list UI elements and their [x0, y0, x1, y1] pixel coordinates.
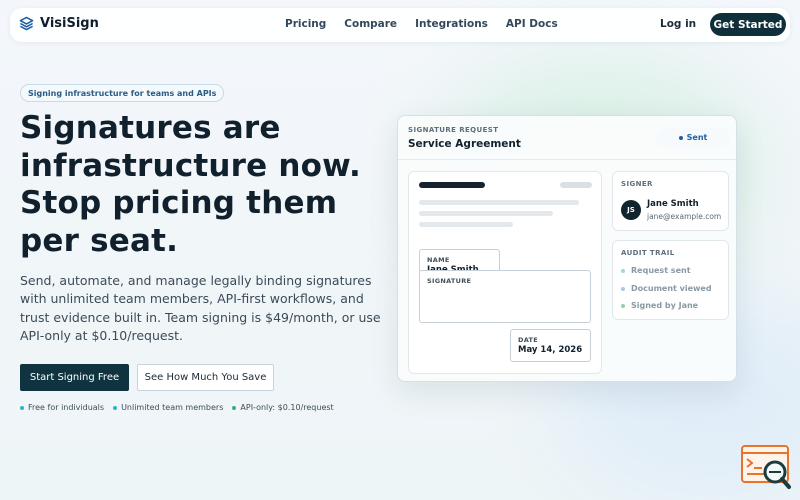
feature-label: Free for individuals	[28, 403, 105, 412]
see-savings-button[interactable]: See How Much You Save	[137, 364, 274, 391]
audit-item: Document viewed	[621, 284, 712, 293]
top-navbar: VisiSign Pricing Compare Integrations AP…	[10, 8, 790, 42]
preview-header: SIGNATURE REQUEST Service Agreement Sent	[398, 116, 736, 160]
feature-item: API-only: $0.10/request	[232, 403, 334, 412]
audit-item-label: Signed by Jane	[631, 301, 699, 310]
signature-field-label: SIGNATURE	[427, 277, 472, 285]
avatar: JS	[621, 200, 641, 220]
feature-item: Unlimited team members	[113, 403, 223, 412]
signature-request-preview: SIGNATURE REQUEST Service Agreement Sent…	[397, 115, 737, 382]
audit-dot-icon	[621, 286, 625, 291]
date-field-value: May 14, 2026	[518, 345, 583, 355]
doc-title-line	[419, 182, 485, 188]
status-badge: Sent	[656, 128, 730, 147]
nav-link-api-docs[interactable]: API Docs	[506, 18, 558, 30]
audit-dot-icon	[621, 268, 625, 273]
bullet-dot-icon	[20, 405, 24, 410]
audit-trail-panel: AUDIT TRAIL Request sent Document viewed…	[612, 240, 729, 320]
hero-headline: Signatures are infrastructure now. Stop …	[20, 110, 361, 259]
document-preview: NAME Jane Smith SIGNATURE DATE May 14, 2…	[408, 171, 602, 374]
signer-email: jane@example.com	[647, 212, 722, 221]
doc-text-line	[419, 211, 553, 216]
signature-field[interactable]: SIGNATURE	[419, 270, 591, 323]
feature-item: Free for individuals	[20, 403, 104, 412]
terminal-search-widget-icon[interactable]	[740, 444, 792, 490]
brand-logo[interactable]: VisiSign	[19, 16, 99, 31]
bullet-dot-icon	[113, 405, 118, 410]
name-field-label: NAME	[427, 256, 450, 264]
signer-label: SIGNER	[621, 180, 653, 188]
get-started-button[interactable]: Get Started	[710, 13, 786, 36]
request-label: SIGNATURE REQUEST	[408, 126, 499, 134]
request-title: Service Agreement	[408, 138, 521, 150]
nav-link-pricing[interactable]: Pricing	[285, 18, 326, 30]
nav-links: Pricing Compare Integrations API Docs	[285, 18, 558, 30]
hero-subcopy: Send, automate, and manage legally bindi…	[20, 273, 381, 343]
brand-name: VisiSign	[40, 16, 99, 31]
signer-name: Jane Smith	[647, 199, 699, 209]
hero-pill-badge: Signing infrastructure for teams and API…	[20, 84, 225, 102]
audit-label: AUDIT TRAIL	[621, 249, 675, 257]
doc-text-line	[419, 200, 579, 205]
audit-item-label: Document viewed	[631, 284, 712, 293]
date-field-label: DATE	[518, 336, 538, 344]
bullet-dot-icon	[232, 405, 237, 410]
feature-label: Unlimited team members	[121, 403, 224, 412]
doc-text-line	[419, 222, 513, 227]
signer-panel: SIGNER JS Jane Smith jane@example.com	[612, 171, 729, 231]
login-link[interactable]: Log in	[660, 18, 696, 30]
audit-dot-icon	[621, 303, 625, 308]
audit-item: Signed by Jane	[621, 301, 698, 310]
layers-logo-icon	[19, 16, 34, 31]
nav-link-compare[interactable]: Compare	[344, 18, 397, 30]
nav-link-integrations[interactable]: Integrations	[415, 18, 488, 30]
date-field[interactable]: DATE May 14, 2026	[510, 329, 591, 362]
audit-item: Request sent	[621, 266, 691, 275]
start-signing-free-button[interactable]: Start Signing Free	[20, 364, 129, 391]
status-text: Sent	[686, 133, 708, 142]
feature-list: Free for individuals Unlimited team memb…	[20, 403, 334, 412]
feature-label: API-only: $0.10/request	[240, 403, 334, 412]
doc-toggle-shape	[560, 182, 592, 188]
status-dot-icon	[678, 135, 683, 140]
audit-item-label: Request sent	[631, 266, 691, 275]
